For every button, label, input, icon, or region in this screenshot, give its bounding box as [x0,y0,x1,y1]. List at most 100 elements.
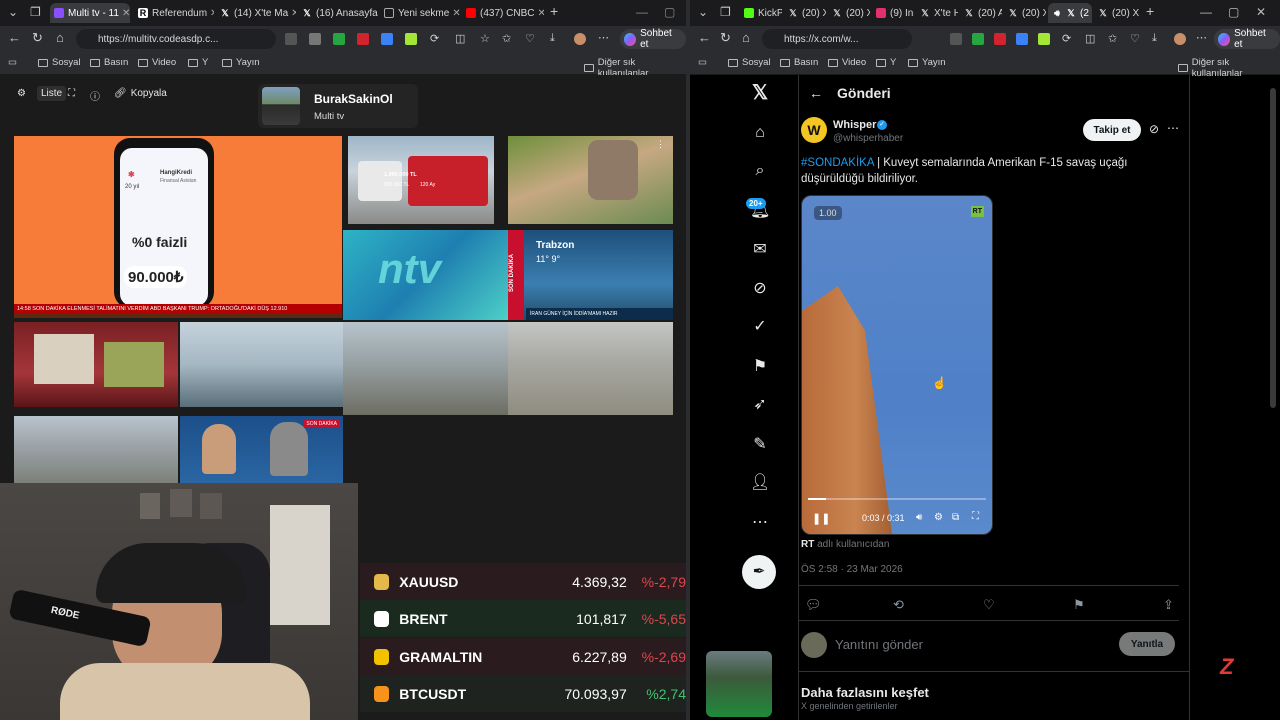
back-icon[interactable]: ← [8,30,21,45]
tab-referendum[interactable]: R Referendum ✕ [134,3,214,23]
extension-icon[interactable] [972,33,984,45]
tile-menu-icon[interactable]: ⋮ [656,139,665,150]
extension-icon[interactable] [381,33,393,45]
bookmark-folder-y[interactable]: Y [876,57,896,68]
bookmark-folder-basin[interactable]: Basın [780,57,818,68]
close-tab-icon[interactable]: ✕ [119,8,130,19]
tab-actions-icon[interactable]: ⌄ [698,5,708,19]
maximize-icon[interactable]: ▢ [664,5,675,19]
close-tab-icon[interactable]: ✕ [449,8,460,19]
copilot-button[interactable]: Sohbet et [1214,28,1280,50]
video-tile-weather[interactable]: SON DAKİKA Trabzon 11° 9° İRAN GÜNEY İÇİ… [508,230,673,320]
workspaces-icon[interactable]: ❐ [720,5,731,19]
favorites-bar-icon[interactable]: ✩ [1108,32,1117,45]
fullscreen-icon[interactable]: ⛶ [972,511,979,522]
profile-icon[interactable]: 👤︎ [750,473,770,493]
scrollbar[interactable] [1270,88,1276,408]
downloads-icon[interactable]: ⤓ [550,32,555,45]
home-icon[interactable]: ⌂ [742,30,750,45]
extension-icon[interactable] [405,33,417,45]
video-progress-track[interactable] [808,498,986,500]
tab-x-1[interactable]: 𝕏 (14) X'te Ma ✕ [216,3,296,23]
extension-icon[interactable] [950,33,962,45]
author-avatar[interactable]: W [801,117,827,143]
bookmark-folder-yayin[interactable]: Yayın [222,57,260,68]
tab-x-active[interactable]: 🔊︎ 𝕏 (2✕ [1048,3,1092,23]
tab-x-2[interactable]: 𝕏 (16) Anasayfa ✕ [298,3,378,23]
extension-icon[interactable] [333,33,345,45]
articles-icon[interactable]: ✎ [750,435,770,455]
minimize-icon[interactable]: — [1200,5,1212,19]
extension-icon[interactable] [994,33,1006,45]
info-icon[interactable]: ⓘ [90,88,100,103]
refresh-extension-icon[interactable]: ⟳ [430,32,439,45]
tab-multitv[interactable]: Multi tv - 11 ✕ [50,3,130,23]
profile-avatar-icon[interactable] [1174,33,1186,45]
video-tile-seacam[interactable] [180,322,343,407]
extension-icon[interactable] [1016,33,1028,45]
pause-icon[interactable]: ❚❚ [812,512,830,525]
close-tab-icon[interactable]: ✕ [1089,8,1093,19]
tab-kick[interactable]: KickPo [740,3,782,23]
split-screen-icon[interactable]: ◫ [1085,32,1095,45]
extension-icon[interactable] [357,33,369,45]
fullscreen-icon[interactable]: ⛶ [68,88,75,99]
author-handle[interactable]: @whisperhaber [833,133,903,144]
video-tile-city-2[interactable] [508,322,673,415]
collections-icon[interactable]: ♡ [1130,32,1140,45]
copilot-button[interactable]: Sohbet et [620,28,686,50]
list-button[interactable]: Liste [37,86,67,101]
tab-x[interactable]: 𝕏 (20) A [960,3,1002,23]
channel-profile-card[interactable]: BurakSakinOl Multi tv [258,84,418,128]
url-field[interactable]: https://x.com/w... [762,29,912,49]
tab-x[interactable]: 𝕏 (20) X [1094,3,1140,23]
profile-avatar-icon[interactable] [574,33,586,45]
bookmark-folder-y[interactable]: Y [188,57,208,68]
bookmark-folder-sosyal[interactable]: Sosyal [728,57,771,68]
downloads-icon[interactable]: ⤓ [1152,32,1157,45]
close-window-icon[interactable]: ✕ [1256,5,1266,19]
messages-icon[interactable]: ✉ [750,240,770,260]
new-tab-button[interactable]: + [550,3,558,19]
author-name[interactable]: Whisper [833,119,876,131]
repost-icon[interactable]: ⟲ [893,597,904,613]
bookmark-folder-video[interactable]: Video [828,57,866,68]
reply-icon[interactable]: 💬︎ [805,597,822,613]
video-tile-ad[interactable]: ✱ 20 yıl HangiKredi Finansal Asistan %0 … [14,136,342,318]
copy-button[interactable]: 🔗︎ Kopyala [114,88,167,99]
tab-new[interactable]: Yeni sekme ✕ [380,3,460,23]
post-timestamp[interactable]: ÖS 2:58 · 23 Mar 2026 [801,564,903,575]
premium-icon[interactable]: ✓ [750,317,770,337]
extension-icon[interactable] [1038,33,1050,45]
reply-input[interactable]: Yanıtını gönder [835,637,923,652]
back-icon[interactable]: ← [698,30,711,45]
compose-post-button[interactable]: ✒ [742,555,776,589]
like-icon[interactable]: ♡ [983,597,995,613]
bookmark-folder-video[interactable]: Video [138,57,176,68]
more-menu-icon[interactable]: ⋯ [598,31,609,44]
settings-icon[interactable]: ⚙ [17,88,26,99]
grok-icon[interactable]: ⊘ [750,279,770,299]
tab-list-icon[interactable]: ▭ [698,57,707,68]
bookmark-other-favorites[interactable]: Diğer sık kullanılanlar [1178,57,1280,79]
x-logo-icon[interactable]: 𝕏 [750,83,770,103]
back-arrow-icon[interactable]: ← [809,85,823,101]
follow-button[interactable]: Takip et [1083,119,1141,141]
home-icon[interactable]: ⌂ [56,30,64,45]
minimize-icon[interactable]: — [636,5,648,19]
tab-x[interactable]: 𝕏 (20) X [784,3,826,23]
tab-x[interactable]: 𝕏 X'te H [916,3,958,23]
post-more-icon[interactable]: ⋯ [1167,121,1179,135]
favorites-bar-icon[interactable]: ✩ [502,32,511,45]
pip-icon[interactable]: ⧉ [952,512,959,523]
split-screen-icon[interactable]: ◫ [455,32,465,45]
new-tab-button[interactable]: + [1146,3,1154,19]
video-tile-garden[interactable]: ⋮ [508,136,673,224]
video-tile-ntv[interactable]: ntv [343,230,508,320]
extension-icon[interactable] [285,33,297,45]
more-icon[interactable]: ⋯ [750,513,770,533]
tab-list-icon[interactable]: ▭ [8,57,17,68]
tab-youtube[interactable]: (437) CNBC ✕ [462,3,544,23]
video-speed[interactable]: 1.00 [814,206,842,220]
settings-icon[interactable]: ⚙ [934,512,943,523]
